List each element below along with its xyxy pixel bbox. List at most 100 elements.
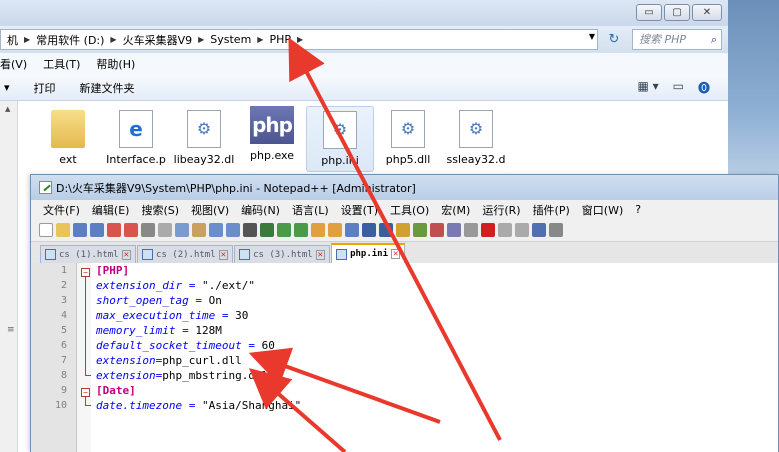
all-chars-icon[interactable] — [362, 223, 376, 237]
fold-toggle-icon[interactable]: − — [81, 268, 90, 277]
tab-cs1[interactable]: cs (1).html ✕ — [40, 245, 137, 263]
undo-icon[interactable] — [209, 223, 223, 237]
breadcrumb-item-app[interactable]: 火车采集器V9 — [119, 32, 197, 48]
ini-equals: = — [182, 279, 202, 292]
menu-window[interactable]: 窗口(W) — [576, 202, 629, 218]
menu-tools[interactable]: 工具(T) — [35, 56, 88, 72]
minimize-button[interactable]: ▭ — [636, 4, 662, 21]
doc-map-icon[interactable] — [413, 223, 427, 237]
copy-icon[interactable] — [175, 223, 189, 237]
redo-icon[interactable] — [226, 223, 240, 237]
stop-macro-icon[interactable] — [498, 223, 512, 237]
file-item[interactable]: ext — [34, 106, 102, 172]
play-multiple-icon[interactable] — [532, 223, 546, 237]
close-tab-icon[interactable]: ✕ — [391, 249, 401, 259]
code-line: extension=php_curl.dll — [96, 353, 242, 368]
menu-macro[interactable]: 宏(M) — [435, 202, 476, 218]
print-icon[interactable] — [141, 223, 155, 237]
breadcrumb-item-php[interactable]: PHP — [265, 33, 295, 46]
record-macro-icon[interactable] — [481, 223, 495, 237]
search-icon[interactable]: ⌕ — [711, 30, 717, 49]
sync-v-icon[interactable] — [311, 223, 325, 237]
paste-icon[interactable] — [192, 223, 206, 237]
indent-guide-icon[interactable] — [379, 223, 393, 237]
menu-settings[interactable]: 设置(T) — [335, 202, 384, 218]
open-file-icon[interactable] — [56, 223, 70, 237]
menu-view[interactable]: 看(V) — [0, 56, 35, 72]
file-item[interactable]: ⚙ libeay32.dl — [170, 106, 238, 172]
file-item-selected[interactable]: ⚙ php.ini — [306, 106, 374, 172]
find-icon[interactable] — [243, 223, 257, 237]
menu-help[interactable]: 帮助(H) — [88, 56, 143, 72]
close-button[interactable]: ✕ — [692, 4, 722, 21]
save-macro-icon[interactable] — [549, 223, 563, 237]
view-mode-icon[interactable]: ▦ ▾ — [637, 79, 658, 96]
close-tab-icon[interactable]: ✕ — [315, 249, 326, 260]
cut-icon[interactable] — [158, 223, 172, 237]
refresh-icon[interactable]: ↻ — [602, 30, 626, 49]
chevron-right-icon[interactable]: ▶ — [108, 35, 118, 44]
new-folder-button[interactable]: 新建文件夹 — [68, 80, 147, 96]
replace-icon[interactable] — [260, 223, 274, 237]
code-line: max_execution_time = 30 — [96, 308, 248, 323]
document-tabs: cs (1).html ✕ cs (2).html ✕ cs (3).html … — [31, 242, 778, 263]
menu-run[interactable]: 运行(R) — [476, 202, 526, 218]
help-icon[interactable]: ⓿ — [698, 79, 710, 96]
chevron-down-icon[interactable]: ▼ — [589, 32, 595, 41]
menu-tools[interactable]: 工具(O) — [384, 202, 435, 218]
tab-cs3[interactable]: cs (3).html ✕ — [234, 245, 331, 263]
section-header: [PHP] — [96, 264, 130, 277]
menu-view[interactable]: 视图(V) — [185, 202, 235, 218]
folder-workspace-icon[interactable] — [447, 223, 461, 237]
save-all-icon[interactable] — [90, 223, 104, 237]
close-all-icon[interactable] — [124, 223, 138, 237]
tab-cs2[interactable]: cs (2).html ✕ — [137, 245, 234, 263]
preview-pane-icon[interactable]: ▭ — [673, 79, 684, 96]
wrap-icon[interactable] — [345, 223, 359, 237]
breadcrumb[interactable]: 机 ▶ 常用软件 (D:) ▶ 火车采集器V9 ▶ System ▶ PHP ▶… — [0, 29, 598, 50]
tab-php-ini[interactable]: php.ini ✕ — [331, 243, 406, 263]
file-item[interactable]: php php.exe — [238, 106, 306, 172]
search-input[interactable]: 搜索 PHP ⌕ — [632, 29, 722, 50]
udl-icon[interactable] — [396, 223, 410, 237]
chevron-right-icon[interactable]: ▶ — [295, 35, 305, 44]
close-file-icon[interactable] — [107, 223, 121, 237]
close-tab-icon[interactable]: ✕ — [218, 249, 229, 260]
file-item[interactable]: ⚙ php5.dll — [374, 106, 442, 172]
chevron-right-icon[interactable]: ▶ — [22, 35, 32, 44]
chevron-down-icon[interactable]: ▾ — [0, 81, 22, 94]
save-icon[interactable] — [73, 223, 87, 237]
code-editor[interactable]: 1 − [PHP] 2 extension_dir = "./ext/" 3 s… — [31, 263, 778, 452]
file-tab-icon — [142, 249, 154, 260]
menu-edit[interactable]: 编辑(E) — [86, 202, 136, 218]
chevron-right-icon[interactable]: ▶ — [196, 35, 206, 44]
gear-file-icon: ⚙ — [459, 110, 493, 148]
menu-language[interactable]: 语言(L) — [286, 202, 335, 218]
breadcrumb-item-drive[interactable]: 常用软件 (D:) — [32, 32, 108, 48]
file-item[interactable]: ⚙ ssleay32.d — [442, 106, 510, 172]
breadcrumb-item-system[interactable]: System — [206, 33, 255, 46]
new-file-icon[interactable] — [39, 223, 53, 237]
sync-h-icon[interactable] — [328, 223, 342, 237]
function-list-icon[interactable] — [430, 223, 444, 237]
zoom-out-icon[interactable] — [294, 223, 308, 237]
menu-plugins[interactable]: 插件(P) — [527, 202, 576, 218]
line-number: 7 — [60, 355, 67, 366]
menu-help[interactable]: ? — [629, 203, 647, 216]
menu-file[interactable]: 文件(F) — [37, 202, 86, 218]
play-macro-icon[interactable] — [515, 223, 529, 237]
file-name: ext — [59, 153, 77, 166]
print-button[interactable]: 打印 — [22, 80, 68, 96]
breadcrumb-item-computer[interactable]: 机 — [3, 32, 22, 48]
scroll-up-icon[interactable]: ▲ — [5, 105, 10, 113]
file-item[interactable]: e Interface.p — [102, 106, 170, 172]
monitor-icon[interactable] — [464, 223, 478, 237]
chevron-right-icon[interactable]: ▶ — [255, 35, 265, 44]
zoom-in-icon[interactable] — [277, 223, 291, 237]
fold-toggle-icon[interactable]: − — [81, 388, 90, 397]
menu-search[interactable]: 搜索(S) — [135, 202, 185, 218]
menu-encoding[interactable]: 编码(N) — [235, 202, 286, 218]
pane-splitter-icon[interactable]: ≡ — [7, 325, 15, 335]
maximize-button[interactable]: ▢ — [664, 4, 690, 21]
close-tab-icon[interactable]: ✕ — [121, 249, 132, 260]
